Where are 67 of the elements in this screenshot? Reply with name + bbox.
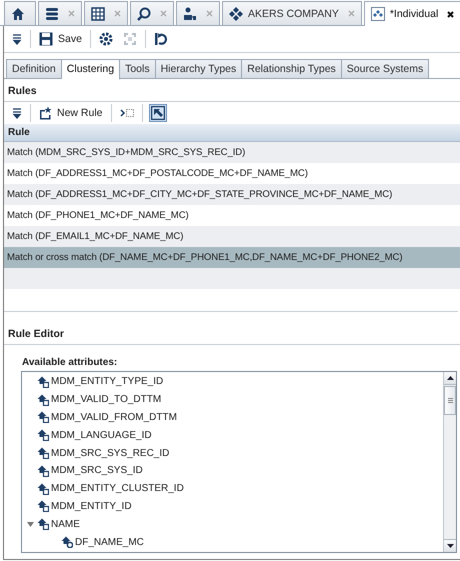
diamond-cluster-icon [229,6,243,21]
attribute-icon [37,482,49,495]
attribute-icon [37,447,49,460]
attribute-icon [37,500,49,512]
select-pointer-icon [150,106,165,120]
cross-match-icon [120,107,134,119]
people-icon [183,6,197,20]
document-tab[interactable] [130,1,174,25]
home-icon [11,6,25,20]
document-tab[interactable] [84,1,128,25]
gear-icon [98,32,113,46]
scroll-thumb-grip-icon[interactable] [448,398,452,403]
section-tab[interactable]: Tools [120,59,156,79]
column-header[interactable]: Rule [4,124,460,142]
match-code-icon [61,536,73,548]
tree-item[interactable]: MDM_SRC_SYS_ID [51,465,143,476]
tree-item[interactable]: NAME [51,518,80,530]
section-tab[interactable]: Clustering [62,59,120,80]
tree-item[interactable]: MDM_VALID_FROM_DTTM [51,412,177,423]
rule-row[interactable]: Match (DF_ADDRESS1_MC+DF_CITY_MC+DF_STATE_PROVINCE_MC+DF_NAME_MC) [4,184,460,205]
scroll-down-icon[interactable] [446,544,454,548]
document-tab[interactable] [4,1,36,25]
table-icon [91,6,105,20]
section-title: Rules [7,84,38,99]
document-tab[interactable]: AKERS COMPANY [222,1,362,25]
menu-icon [12,107,22,119]
select-mode-button[interactable] [148,104,167,122]
section-tab[interactable]: Definition [6,59,62,79]
tree-item[interactable]: DF_NAME_MC [75,536,144,548]
undo-icon [154,32,168,46]
tree-item[interactable]: MDM_ENTITY_ID [51,500,132,512]
section-tab[interactable]: Source Systems [342,59,430,79]
new-document-icon [39,106,52,120]
menu-icon [12,33,22,45]
rule-row[interactable]: Match (MDM_SRC_SYS_ID+MDM_SRC_SYS_REC_ID) [4,142,460,163]
close-icon[interactable] [447,10,454,18]
section-tab[interactable]: Relationship Types [242,59,342,79]
entity-type-icon [370,7,385,21]
attribute-icon [37,411,49,424]
document-tab[interactable]: *Individual [364,1,460,26]
database-icon [45,6,59,20]
tree-item[interactable]: MDM_VALID_TO_DTTM [51,394,162,406]
attribute-icon [37,464,49,477]
tree-item[interactable]: MDM_ENTITY_TYPE_ID [51,376,164,388]
tree-toggle-icon[interactable] [27,520,35,528]
attribute-icon [37,518,49,530]
field-label: Available attributes: [21,356,118,370]
attribute-list[interactable]: MDM_ENTITY_TYPE_ID MDM_VALID_TO_DTTM MDM_VALID_FROM_DTTM MDM_LANGUAGE_ID MDM_SRC_SYS_REC_ID MDM_SRC_SYS_ID MDM_ENTITY_CLUSTER_ID MDM_ENTITY_ID NAME DF_NAME_MC [21,371,457,553]
rule-row[interactable]: Match (DF_EMAIL1_MC+DF_NAME_MC) [4,226,460,247]
rule-row[interactable]: Match or cross match (DF_NAME_MC+DF_PHONE1_MC,DF_NAME_MC+DF_PHONE2_MC) [4,247,460,268]
tree-item[interactable]: MDM_LANGUAGE_ID [51,430,152,441]
new-rule-button[interactable]: New Rule [37,104,105,122]
scroll-up-icon[interactable] [446,376,454,380]
search-icon [137,6,151,20]
tree-item[interactable]: MDM_ENTITY_CLUSTER_ID [51,483,184,494]
scrollbar[interactable] [443,372,456,552]
settings-button[interactable] [96,30,115,48]
tree-item[interactable]: MDM_SRC_SYS_REC_ID [51,448,170,459]
attribute-icon [37,429,49,442]
section-title: Rule Editor [7,327,66,342]
expand-icon [122,32,137,46]
save-button[interactable]: Save [37,30,84,48]
section-tab[interactable]: Hierarchy Types [156,59,242,79]
document-tab[interactable] [38,1,82,25]
attribute-icon [37,394,49,406]
attribute-icon [37,376,49,388]
document-tab[interactable] [176,1,220,25]
